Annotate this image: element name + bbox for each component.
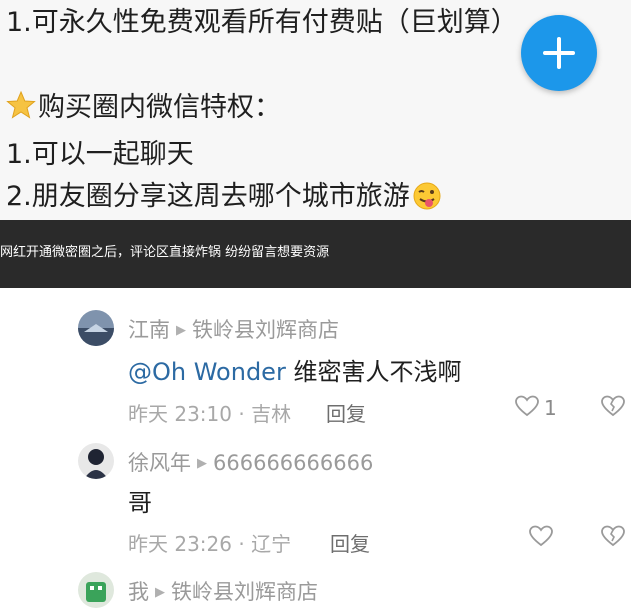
comment-user[interactable]: 我 [128,580,149,604]
caption-banner: 网红开通微密圈之后，评论区直接炸锅 纷纷留言想要资源 [0,220,631,288]
post-line-2-text: 购买圈内微信特权： [38,92,281,123]
post-line-4-text: 2.朋友圈分享这周去哪个城市旅游 [6,181,410,212]
comment-text: 哥 [128,483,152,518]
like-button[interactable] [528,524,554,552]
comment-user[interactable]: 徐风年 [128,451,191,475]
comment-meta: 昨天 23:26 · 辽宁 [128,532,292,556]
heart-icon [515,395,539,417]
post-line-4: 2.朋友圈分享这周去哪个城市旅游 [6,180,442,214]
mention-link[interactable]: @Oh Wonder [128,358,286,386]
avatar[interactable] [78,572,114,608]
comment-header: 徐风年 ▶ 666666666666 [128,447,373,477]
comment-body: 哥 [128,489,152,517]
reply-to-user[interactable]: 666666666666 [213,451,373,475]
avatar[interactable] [78,310,114,346]
comment-body: 维密害人不浅啊 [285,358,462,386]
winking-tongue-emoji-icon [413,182,441,210]
comment-text: @Oh Wonder 维密害人不浅啊 [128,352,461,387]
like-count: 1 [544,396,557,420]
reply-arrow-icon: ▶ [176,323,186,338]
comment-meta: 昨天 23:10 · 吉林 [128,402,292,426]
reply-button[interactable]: 回复 [326,398,366,427]
add-button[interactable] [521,15,597,91]
broken-heart-icon[interactable] [600,394,626,418]
post-line-1: 1.可永久性免费观看所有付费贴（巨划算） [6,7,518,38]
reply-arrow-icon: ▶ [155,585,165,600]
post-content: 1.可永久性免费观看所有付费贴（巨划算） 购买圈内微信特权： 1.可以一起聊天 … [0,0,631,220]
reply-arrow-icon: ▶ [197,456,207,471]
broken-heart-icon[interactable] [600,524,626,548]
reply-button[interactable]: 回复 [330,528,370,557]
reply-to-user[interactable]: 铁岭县刘辉商店 [171,580,318,604]
comment-header: 江南 ▶ 铁岭县刘辉商店 [128,314,339,344]
like-button[interactable]: 1 [514,394,557,422]
star-icon [6,90,36,119]
post-line-2: 购买圈内微信特权： [6,90,281,125]
comment-header: 我 ▶ 铁岭县刘辉商店 [128,576,318,606]
heart-icon [529,525,553,547]
caption-text: 网红开通微密圈之后，评论区直接炸锅 纷纷留言想要资源 [0,245,330,260]
comment-list: 江南 ▶ 铁岭县刘辉商店 @Oh Wonder 维密害人不浅啊 昨天 23:10 ·… [0,288,631,610]
comment-user[interactable]: 江南 [128,318,170,342]
post-line-3: 1.可以一起聊天 [6,139,194,170]
avatar[interactable] [78,443,114,479]
reply-to-user[interactable]: 铁岭县刘辉商店 [192,318,339,342]
